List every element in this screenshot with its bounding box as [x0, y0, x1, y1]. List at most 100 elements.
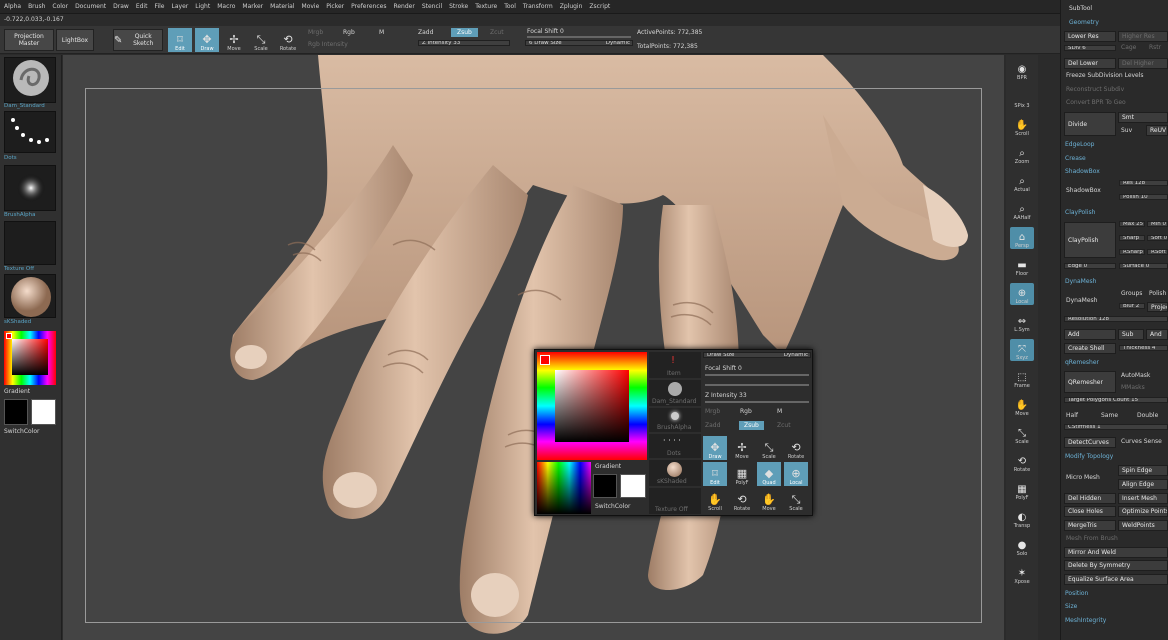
- micro-mesh-button[interactable]: Micro Mesh: [1066, 474, 1100, 481]
- menu-alpha[interactable]: Alpha: [4, 3, 21, 10]
- double-button[interactable]: Double: [1137, 412, 1158, 419]
- res-slider[interactable]: Res 128: [1119, 180, 1168, 186]
- texture-thumbnail[interactable]: [4, 221, 56, 265]
- menu-stencil[interactable]: Stencil: [422, 3, 442, 10]
- freeze-subdivision-button[interactable]: Freeze SubDivision Levels: [1066, 72, 1144, 79]
- reuv-toggle[interactable]: ReUV: [1146, 125, 1168, 136]
- edge-slider[interactable]: Edge 0: [1064, 263, 1116, 269]
- tool-aahalf[interactable]: ⌕ AAHalf: [1010, 199, 1034, 221]
- tool-bpr[interactable]: ◉ BPR: [1010, 59, 1034, 81]
- curves-sense-slider[interactable]: Curves Sense: [1121, 438, 1162, 445]
- popup-move-button[interactable]: ✢ Move: [730, 436, 754, 461]
- dynamesh-button[interactable]: DynaMesh: [1066, 297, 1097, 304]
- mesh-from-brush-button[interactable]: Mesh From Brush: [1066, 535, 1118, 542]
- menu-render[interactable]: Render: [393, 3, 414, 10]
- tool-polyf[interactable]: ▦ PolyF: [1010, 479, 1034, 501]
- popup-polyf-button[interactable]: ▦ PolyF: [730, 462, 754, 487]
- thickness-slider[interactable]: Thickness 4: [1119, 345, 1168, 351]
- tool-xpose[interactable]: ✶ Xpose: [1010, 563, 1034, 585]
- cage-button[interactable]: Cage: [1121, 44, 1136, 51]
- shadowbox-section[interactable]: ShadowBox: [1065, 168, 1100, 175]
- align-edge-button[interactable]: Align Edge: [1118, 479, 1168, 490]
- blur-slider[interactable]: Blur 2: [1119, 303, 1145, 309]
- popup-main-color[interactable]: [620, 474, 646, 498]
- equalize-surface-area-button[interactable]: Equalize Surface Area: [1064, 574, 1168, 585]
- tool-scale[interactable]: ⤡ Scale: [1010, 423, 1034, 445]
- m-toggle[interactable]: M: [379, 29, 384, 36]
- projection-master-button[interactable]: Projection Master: [4, 29, 54, 51]
- zadd-toggle[interactable]: Zadd: [418, 29, 433, 36]
- modify-topology-section[interactable]: Modify Topology: [1065, 453, 1113, 460]
- close-holes-button[interactable]: Close Holes: [1064, 506, 1116, 517]
- tool-sxyz[interactable]: ⤧ Sxyz: [1010, 339, 1034, 361]
- popup-gradient-picker[interactable]: [537, 462, 591, 514]
- menu-file[interactable]: File: [154, 3, 164, 10]
- scale-button[interactable]: ⤡ Scale: [249, 28, 273, 53]
- resolution-slider[interactable]: Resolution 128: [1064, 316, 1168, 322]
- tool-zoom[interactable]: ⌕ Zoom: [1010, 143, 1034, 165]
- menu-zplugin[interactable]: Zplugin: [560, 3, 583, 10]
- popup-z-track[interactable]: [705, 401, 809, 403]
- popup-brush-slot[interactable]: Dam_Standard: [649, 380, 701, 406]
- target-polygons-slider[interactable]: Target Polygons Count 15: [1064, 397, 1168, 403]
- menu-transform[interactable]: Transform: [523, 3, 553, 10]
- detect-curves-button[interactable]: DetectCurves: [1064, 437, 1116, 448]
- meshintegrity-section[interactable]: MeshIntegrity: [1065, 617, 1106, 624]
- subtool-title[interactable]: SubTool: [1069, 5, 1092, 12]
- move-button[interactable]: ✢ Move: [222, 28, 246, 53]
- rsoft-slider[interactable]: RSoft: [1147, 249, 1168, 255]
- tool-local[interactable]: ⊕ Local: [1010, 283, 1034, 305]
- del-higher-button[interactable]: Del Higher: [1118, 58, 1168, 69]
- tool-frame[interactable]: ⬚ Frame: [1010, 367, 1034, 389]
- material-thumbnail[interactable]: [4, 274, 56, 318]
- geometry-section[interactable]: Geometry: [1069, 19, 1099, 26]
- popup-color-picker[interactable]: [537, 352, 647, 460]
- popup-secondary-color[interactable]: [593, 474, 617, 498]
- draw-button[interactable]: ✥ Draw: [195, 28, 219, 52]
- menu-macro[interactable]: Macro: [217, 3, 235, 10]
- tool-persp[interactable]: ⌂ Persp: [1010, 227, 1034, 249]
- tool-rotate[interactable]: ⟲ Rotate: [1010, 451, 1034, 473]
- claypolish-button[interactable]: ClayPolish: [1064, 222, 1116, 258]
- menu-material[interactable]: Material: [270, 3, 294, 10]
- menu-layer[interactable]: Layer: [172, 3, 189, 10]
- edit-button[interactable]: ⌑ Edit: [168, 28, 192, 52]
- switch-color-button[interactable]: SwitchColor: [4, 428, 40, 435]
- z-intensity-slider[interactable]: Z Intensity 33: [418, 40, 510, 46]
- popup-scroll-button[interactable]: ✋ Scroll: [703, 488, 727, 513]
- higher-res-button[interactable]: Higher Res: [1118, 31, 1168, 42]
- lightbox-button[interactable]: LightBox: [56, 29, 94, 51]
- automask-toggle[interactable]: AutoMask: [1121, 372, 1150, 379]
- popup-local-button[interactable]: ⊕ Local: [784, 462, 808, 486]
- menu-marker[interactable]: Marker: [242, 3, 263, 10]
- popup-draw-button[interactable]: ✥ Draw: [703, 436, 727, 460]
- popup-material-slot[interactable]: sKShaded: [649, 460, 701, 486]
- spin-edge-button[interactable]: Spin Edge: [1118, 465, 1168, 476]
- menu-texture[interactable]: Texture: [475, 3, 497, 10]
- popup-rgb-toggle[interactable]: Rgb: [740, 408, 752, 415]
- same-button[interactable]: Same: [1101, 412, 1118, 419]
- popup-z-intensity-slider[interactable]: Z Intensity 33: [705, 392, 747, 399]
- suv-toggle[interactable]: Suv: [1121, 127, 1132, 134]
- mrgb-toggle[interactable]: Mrgb: [308, 29, 323, 36]
- del-hidden-button[interactable]: Del Hidden: [1064, 493, 1116, 504]
- del-lower-button[interactable]: Del Lower: [1064, 58, 1116, 69]
- menu-picker[interactable]: Picker: [326, 3, 344, 10]
- popup-focal-track[interactable]: [705, 374, 809, 376]
- popup-zsub-toggle[interactable]: Zsub: [739, 421, 764, 430]
- rotate-button[interactable]: ⟲ Rotate: [276, 28, 300, 53]
- cstiffness-slider[interactable]: CStiffness 1: [1064, 424, 1168, 430]
- max-slider[interactable]: Max 25: [1119, 221, 1145, 227]
- secondary-color-swatch[interactable]: [4, 399, 28, 425]
- menu-stroke[interactable]: Stroke: [449, 3, 468, 10]
- weldpoints-button[interactable]: WeldPoints: [1118, 520, 1168, 531]
- sdiv-slider[interactable]: SDiv 6: [1064, 45, 1116, 51]
- half-button[interactable]: Half: [1066, 412, 1078, 419]
- popup-rotate2-button[interactable]: ⟲ Rotate: [730, 488, 754, 513]
- menu-movie[interactable]: Movie: [302, 3, 320, 10]
- reconstruct-subdiv-button[interactable]: Reconstruct Subdiv: [1066, 86, 1124, 93]
- min-slider[interactable]: Min 0: [1147, 221, 1168, 227]
- tool-solo[interactable]: ● Solo: [1010, 535, 1034, 557]
- focal-shift-slider[interactable]: Focal Shift 0: [527, 28, 564, 35]
- popup-zcut-toggle[interactable]: Zcut: [777, 422, 791, 429]
